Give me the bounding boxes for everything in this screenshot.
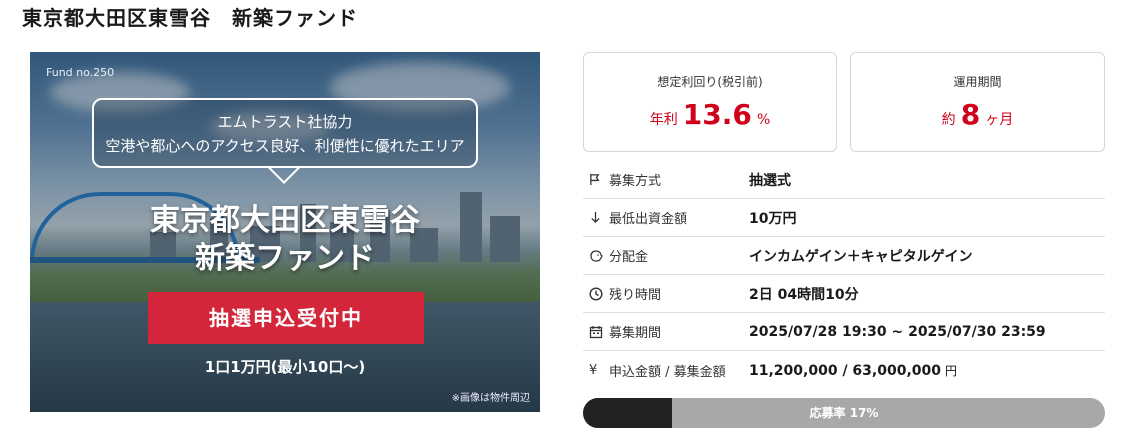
period-prefix: 約	[941, 112, 956, 128]
info-label: 最低出資金額	[609, 212, 688, 227]
info-label: 募集方式	[609, 174, 662, 189]
speech-bubble: エムトラスト社協力 空港や都心へのアクセス良好、利便性に優れたエリア	[92, 98, 478, 168]
info-label: 残り時間	[609, 288, 662, 303]
yield-value: 年利 13.6 %	[584, 98, 836, 131]
flag-icon	[583, 173, 609, 186]
info-value: 11,200,000 / 63,000,000 円	[749, 362, 957, 379]
info-value: 抽選式	[749, 172, 791, 189]
fund-hero-image[interactable]: Fund no.250 エムトラスト社協力 空港や都心へのアクセス良好、利便性に…	[30, 52, 540, 412]
info-value: 10万円	[749, 210, 797, 227]
operation-period-card: 運用期間 約 8 ヶ月	[850, 52, 1105, 152]
yen-icon: ¥	[589, 362, 598, 378]
fund-info-table: 募集方式 抽選式 最低出資金額 10万円 分配金 インカムゲイン＋キャピタルゲイ…	[583, 161, 1105, 389]
headline-line-1: 東京都大田区東雪谷	[150, 203, 420, 238]
amount-unit: 円	[945, 363, 958, 378]
info-value: 2日 04時間10分	[749, 286, 859, 303]
amount-value: 11,200,000 / 63,000,000	[749, 362, 941, 379]
yield-suffix: %	[756, 112, 771, 128]
hero-headline: 東京都大田区東雪谷 新築ファンド	[30, 202, 540, 278]
info-row-recruitment-method: 募集方式 抽選式	[583, 161, 1105, 199]
info-label: 募集期間	[609, 326, 662, 341]
info-value: インカムゲイン＋キャピタルゲイン	[749, 248, 973, 265]
page-title: 東京都大田区東雪谷 新築ファンド	[22, 6, 358, 30]
info-label: 分配金	[609, 250, 649, 265]
application-status-banner: 抽選申込受付中	[148, 292, 424, 344]
image-note: ※画像は物件周辺	[451, 393, 530, 404]
period-number: 8	[960, 98, 981, 131]
clock-icon	[583, 286, 609, 301]
unit-price-text: 1口1万円(最小10口〜)	[204, 358, 366, 376]
calendar-icon	[583, 325, 609, 339]
bubble-line-1: エムトラスト社協力	[217, 113, 353, 131]
info-row-remaining-time: 残り時間 2日 04時間10分	[583, 275, 1105, 313]
headline-line-2: 新築ファンド	[195, 241, 375, 276]
info-row-recruitment-period: 募集期間 2025/07/28 19:30 ~ 2025/07/30 23:59	[583, 313, 1105, 351]
info-row-amount: ¥ 申込金額 / 募集金額 11,200,000 / 63,000,000 円	[583, 351, 1105, 389]
bubble-line-2: 空港や都心へのアクセス良好、利便性に優れたエリア	[105, 137, 465, 155]
info-label: 申込金額 / 募集金額	[609, 364, 726, 380]
info-row-minimum-investment: 最低出資金額 10万円	[583, 199, 1105, 237]
arrow-down-icon	[583, 211, 609, 224]
yield-prefix: 年利	[649, 112, 678, 128]
period-value: 約 8 ヶ月	[851, 98, 1104, 131]
info-row-dividend: 分配金 インカムゲイン＋キャピタルゲイン	[583, 237, 1105, 275]
period-label: 運用期間	[953, 75, 1002, 89]
application-progress-bar: 応募率 17%	[583, 398, 1105, 428]
piggy-bank-icon	[583, 249, 609, 263]
yield-label: 想定利回り(税引前)	[657, 75, 763, 89]
fund-number: Fund no.250	[46, 66, 115, 79]
progress-label: 応募率 17%	[809, 406, 879, 420]
expected-yield-card: 想定利回り(税引前) 年利 13.6 %	[583, 52, 837, 152]
period-suffix: ヶ月	[985, 112, 1014, 128]
yield-number: 13.6	[682, 98, 752, 131]
info-value: 2025/07/28 19:30 ~ 2025/07/30 23:59	[749, 323, 1046, 340]
